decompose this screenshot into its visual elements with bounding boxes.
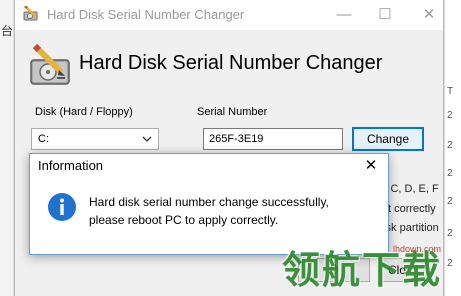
background-text: T [447,86,454,97]
background-text: 2 [447,168,453,179]
title-bar[interactable]: Hard Disk Serial Number Changer — ☐ ✕ [15,0,443,30]
dialog-close-button[interactable]: ✕ [360,156,382,176]
dialog-message: Hard disk serial number change successfu… [89,195,329,209]
maximize-button[interactable]: ☐ [374,5,396,25]
serial-number-value: 265F-3E19 [209,133,264,145]
background-text: 2 [447,228,453,239]
watermark-site: lhdown.com [393,244,442,254]
minimize-button[interactable]: — [333,5,355,25]
disk-select-value: C: [38,133,49,145]
background-window-right: T 2 2 2 2 2 2 [444,0,461,296]
serial-number-label: Serial Number [197,106,268,118]
info-icon [48,193,76,221]
close-window-button[interactable]: ✕ [418,5,440,25]
background-window-left: 台 [0,0,14,296]
background-text: 2 [447,140,453,151]
serial-number-input[interactable]: 265F-3E19 [203,128,343,150]
disk-select[interactable]: C: [31,128,159,150]
app-heading: Hard Disk Serial Number Changer [79,52,383,74]
app-icon [23,6,38,21]
hard-disk-pencil-icon [30,43,70,85]
background-text: 2 [447,110,453,121]
chevron-down-icon [142,136,152,142]
change-button[interactable]: Change [352,127,424,151]
disk-label: Disk (Hard / Floppy) [35,106,133,118]
background-text: 2 [447,258,453,269]
background-text: 台 [1,24,14,38]
background-text: 2 [447,196,453,207]
dialog-message: please reboot PC to apply correctly. [89,213,279,227]
dialog-title: Information [38,158,104,173]
window-title: Hard Disk Serial Number Changer [47,7,245,22]
